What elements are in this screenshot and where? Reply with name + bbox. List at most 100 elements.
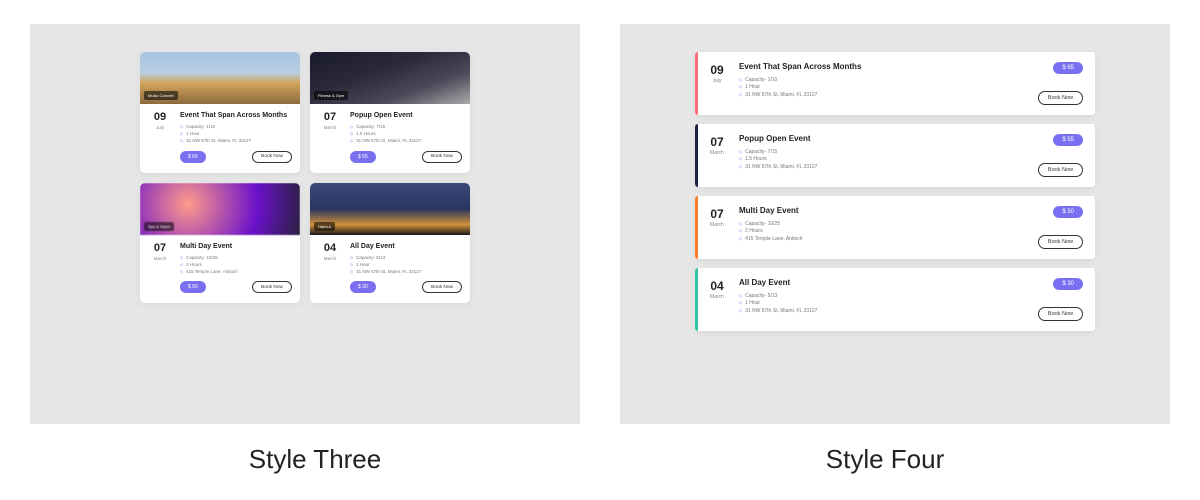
category-tag: Fitness & Gym <box>314 91 348 100</box>
row-info: Multi Day Event ◇Capacity- 10/25 ◇2 Hour… <box>739 206 1037 249</box>
page: Music Concert 09 July Event That Span Ac… <box>0 0 1200 434</box>
event-list: 09 July Event That Span Across Months ◇C… <box>695 52 1095 331</box>
style-three-panel: Music Concert 09 July Event That Span Ac… <box>30 24 580 424</box>
date-month: July <box>148 125 172 130</box>
date-day: 07 <box>710 136 723 148</box>
book-now-button[interactable]: Book Now <box>422 151 462 163</box>
user-icon: ◇ <box>350 255 353 262</box>
pin-icon: ◇ <box>350 138 353 145</box>
row-right: $ 30 Book Now <box>1037 278 1083 321</box>
book-now-button[interactable]: Book Now <box>422 281 462 293</box>
price-badge: $ 65 <box>1053 62 1083 74</box>
date-day: 09 <box>148 112 172 123</box>
event-meta: ◇Capacity- 10/25 ◇2 Hours ◇415 Temple La… <box>739 221 1037 244</box>
date-block: 07 March <box>695 206 739 249</box>
user-icon: ◇ <box>739 149 742 157</box>
date-block: 07 March <box>695 134 739 177</box>
card-image: Music Concert <box>140 52 300 104</box>
price-badge: $ 50 <box>1053 206 1083 218</box>
event-meta: ◇Capacity- 5/13 ◇1 Hour ◇31 NW 57th St, … <box>739 293 1037 316</box>
date-block: 04 March <box>318 243 342 294</box>
pin-icon: ◇ <box>739 92 742 100</box>
pin-icon: ◇ <box>739 308 742 316</box>
event-card[interactable]: Spa & Salon 07 March Multi Day Event ◇Ca… <box>140 183 300 304</box>
pin-icon: ◇ <box>180 138 183 145</box>
card-footer: $ 55 Book Now <box>350 151 462 163</box>
row-info: Popup Open Event ◇Capacity- 7/15 ◇1.5 Ho… <box>739 134 1037 177</box>
event-row[interactable]: 07 March Multi Day Event ◇Capacity- 10/2… <box>695 196 1095 259</box>
event-title: Popup Open Event <box>350 112 462 120</box>
event-title: All Day Event <box>739 278 1037 288</box>
card-footer: $ 65 Book Now <box>180 151 292 163</box>
pin-icon: ◇ <box>739 164 742 172</box>
card-image: Haircut <box>310 183 470 235</box>
style-four-panel: 09 July Event That Span Across Months ◇C… <box>620 24 1170 424</box>
book-now-button[interactable]: Book Now <box>252 151 292 163</box>
event-meta: ◇Capacity- 1/10 ◇1 Hour ◇31 NW 57th St, … <box>180 124 292 144</box>
price-badge: $ 50 <box>180 281 206 293</box>
price-badge: $ 65 <box>180 151 206 163</box>
category-tag: Music Concert <box>144 91 178 100</box>
event-card[interactable]: Fitness & Gym 07 March Popup Open Event … <box>310 52 470 173</box>
event-meta: ◇Capacity- 10/25 ◇2 Hours ◇415 Temple La… <box>180 255 292 275</box>
event-title: Event That Span Across Months <box>739 62 1037 72</box>
date-block: 09 July <box>695 62 739 105</box>
date-day: 07 <box>710 208 723 220</box>
book-now-button[interactable]: Book Now <box>1038 91 1083 105</box>
date-month: March <box>710 294 724 300</box>
clock-icon: ◇ <box>350 131 353 138</box>
date-month: March <box>318 125 342 130</box>
event-title: All Day Event <box>350 243 462 251</box>
date-block: 07 March <box>148 243 172 294</box>
date-day: 07 <box>318 112 342 123</box>
price-badge: $ 55 <box>350 151 376 163</box>
book-now-button[interactable]: Book Now <box>1038 235 1083 249</box>
pin-icon: ◇ <box>739 236 742 244</box>
user-icon: ◇ <box>739 77 742 85</box>
row-info: All Day Event ◇Capacity- 5/13 ◇1 Hour ◇3… <box>739 278 1037 321</box>
clock-icon: ◇ <box>739 84 742 92</box>
row-right: $ 55 Book Now <box>1037 134 1083 177</box>
category-tag: Spa & Salon <box>144 222 174 231</box>
category-tag: Haircut <box>314 222 335 231</box>
event-row[interactable]: 07 March Popup Open Event ◇Capacity- 7/1… <box>695 124 1095 187</box>
event-card[interactable]: Haircut 04 March All Day Event ◇Capacity… <box>310 183 470 304</box>
price-badge: $ 55 <box>1053 134 1083 146</box>
event-meta: ◇Capacity- 1/10 ◇1 Hour ◇31 NW 57th St, … <box>739 77 1037 100</box>
book-now-button[interactable]: Book Now <box>1038 163 1083 177</box>
card-body: 07 March Popup Open Event ◇Capacity- 7/1… <box>310 104 470 173</box>
price-badge: $ 30 <box>350 281 376 293</box>
clock-icon: ◇ <box>739 156 742 164</box>
card-info: Event That Span Across Months ◇Capacity-… <box>180 112 292 163</box>
row-right: $ 65 Book Now <box>1037 62 1083 105</box>
pin-icon: ◇ <box>180 269 183 276</box>
user-icon: ◇ <box>350 124 353 131</box>
date-day: 07 <box>148 243 172 254</box>
card-footer: $ 50 Book Now <box>180 281 292 293</box>
user-icon: ◇ <box>739 221 742 229</box>
card-image: Fitness & Gym <box>310 52 470 104</box>
date-month: March <box>710 150 724 156</box>
label-style-three: Style Three <box>30 444 600 475</box>
date-day: 04 <box>318 243 342 254</box>
clock-icon: ◇ <box>180 262 183 269</box>
event-meta: ◇Capacity- 5/13 ◇1 Hour ◇31 NW 57th St, … <box>350 255 462 275</box>
user-icon: ◇ <box>180 255 183 262</box>
book-now-button[interactable]: Book Now <box>252 281 292 293</box>
user-icon: ◇ <box>180 124 183 131</box>
date-month: March <box>148 256 172 261</box>
book-now-button[interactable]: Book Now <box>1038 307 1083 321</box>
clock-icon: ◇ <box>739 228 742 236</box>
event-meta: ◇Capacity- 7/15 ◇1.5 Hours ◇31 NW 57th S… <box>350 124 462 144</box>
row-info: Event That Span Across Months ◇Capacity-… <box>739 62 1037 105</box>
card-footer: $ 30 Book Now <box>350 281 462 293</box>
card-body: 07 March Multi Day Event ◇Capacity- 10/2… <box>140 235 300 304</box>
date-day: 04 <box>710 280 723 292</box>
event-meta: ◇Capacity- 7/15 ◇1.5 Hours ◇31 NW 57th S… <box>739 149 1037 172</box>
event-title: Event That Span Across Months <box>180 112 292 120</box>
card-body: 09 July Event That Span Across Months ◇C… <box>140 104 300 173</box>
event-card[interactable]: Music Concert 09 July Event That Span Ac… <box>140 52 300 173</box>
event-row[interactable]: 09 July Event That Span Across Months ◇C… <box>695 52 1095 115</box>
clock-icon: ◇ <box>350 262 353 269</box>
event-row[interactable]: 04 March All Day Event ◇Capacity- 5/13 ◇… <box>695 268 1095 331</box>
